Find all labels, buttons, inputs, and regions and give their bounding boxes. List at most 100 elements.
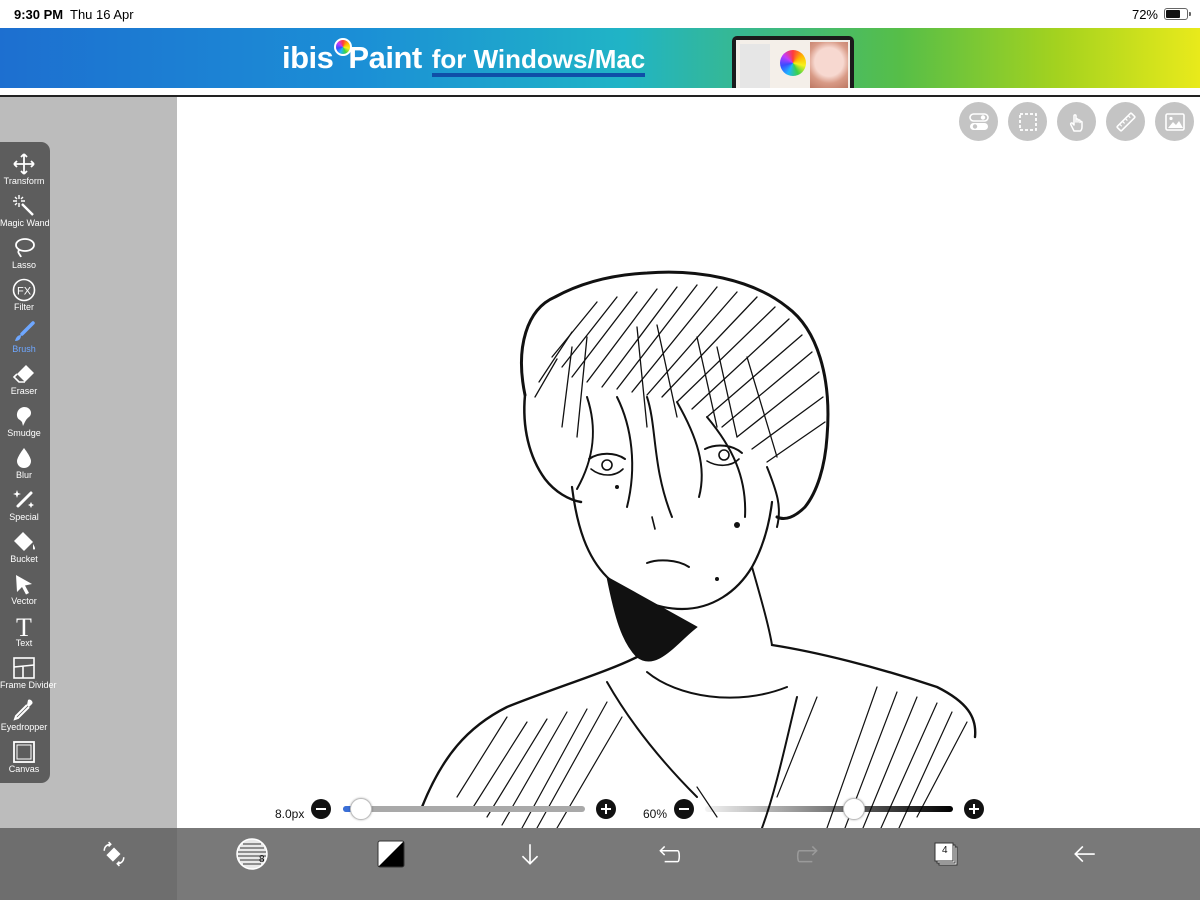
tool-canvas[interactable]: Canvas [0, 734, 48, 776]
smudge-icon [16, 407, 32, 426]
opacity-knob[interactable] [842, 798, 865, 820]
magic-wand-icon [13, 195, 34, 216]
tool-bucket[interactable]: Bucket [0, 524, 48, 566]
toggle-icon [968, 112, 989, 130]
tool-label: Eyedropper [0, 722, 48, 732]
dashed-square-icon [1018, 112, 1037, 131]
opacity-plus-button[interactable] [964, 799, 984, 819]
undo-icon [659, 845, 681, 863]
bucket-icon [14, 532, 35, 551]
tool-magic-wand[interactable]: Magic Wand [0, 188, 50, 230]
tool-palette: Transform Magic Wand Lasso FX Filter Bru… [0, 142, 57, 783]
back-button[interactable] [1063, 836, 1107, 872]
tool-label: Bucket [10, 554, 38, 564]
opacity-slider[interactable] [705, 806, 953, 812]
tool-label: Smudge [7, 428, 41, 438]
sketch-drawing [420, 270, 977, 828]
tool-vector[interactable]: Vector [0, 566, 48, 608]
tool-label: Vector [11, 596, 37, 606]
hand-touch-icon [1069, 113, 1083, 132]
brush-preview-button[interactable]: 8 [230, 836, 274, 872]
bottom-toolbar [0, 828, 1200, 900]
status-date: Thu 16 Apr [70, 7, 134, 22]
laptop-artwork [810, 42, 848, 88]
tool-eyedropper[interactable]: Eyedropper [0, 692, 48, 734]
opacity-minus-button[interactable] [674, 799, 694, 819]
tool-label: Frame Divider [0, 680, 57, 690]
color-swatch-icon [377, 840, 405, 868]
tool-label: Lasso [11, 260, 37, 270]
banner-title: ibis Paint for Windows/Mac [282, 38, 646, 77]
eyedropper-icon [13, 699, 33, 721]
brush-size-knob[interactable] [349, 798, 372, 820]
color-button[interactable] [369, 836, 413, 872]
tool-blur[interactable]: Blur [0, 440, 48, 482]
toggle-settings-button[interactable] [959, 102, 998, 141]
ruler-button[interactable] [1106, 102, 1145, 141]
touch-gesture-button[interactable] [1057, 102, 1096, 141]
tool-label: Canvas [8, 764, 40, 774]
selection-button[interactable] [1008, 102, 1047, 141]
move-arrows-icon [13, 153, 35, 175]
svg-text:FX: FX [17, 286, 32, 298]
brush-size-value: 8.0px [275, 807, 305, 821]
logo-text: ibis [282, 40, 334, 75]
tool-label: Special [9, 512, 39, 522]
tool-lasso[interactable]: Lasso [0, 230, 48, 272]
bottom-toolbar-left [0, 828, 177, 900]
back-arrow-icon [1074, 845, 1095, 863]
canvas-icon [13, 741, 35, 763]
ibispaint-app-screen: 9:30 PM Thu 16 Apr 72% ibis Paint for Win… [0, 0, 1200, 900]
brush-icon [15, 321, 35, 341]
transform-pen-button[interactable] [92, 836, 136, 872]
laptop-panel [740, 44, 770, 88]
brush-preview-number: 8 [259, 854, 265, 865]
tool-special[interactable]: Special [0, 482, 48, 524]
logo-text-end: aint [368, 40, 423, 75]
fx-icon: FX [12, 278, 36, 302]
transform-pen-icon [103, 841, 125, 867]
image-icon [1164, 112, 1185, 131]
drop-icon [17, 448, 31, 468]
ad-banner[interactable]: ibis Paint for Windows/Mac [0, 28, 1200, 88]
tool-label: Text [15, 638, 33, 648]
ruler-icon [1115, 111, 1136, 132]
status-time: 9:30 PM [14, 7, 64, 22]
layers-button[interactable]: 4 [924, 836, 968, 872]
layers-count: 4 [942, 845, 948, 856]
banner-subtitle: for Windows/Mac [431, 45, 646, 77]
battery-icon [1164, 8, 1191, 20]
tool-label: Eraser [10, 386, 38, 396]
tool-brush[interactable]: Brush [0, 314, 48, 356]
tool-label: Blur [15, 470, 32, 480]
eraser-icon [12, 365, 34, 383]
ibispaint-logo: ibis Paint [282, 38, 423, 76]
redo-icon [796, 845, 818, 863]
down-arrow-icon [521, 844, 539, 865]
tool-label: Filter [14, 302, 34, 312]
tool-filter[interactable]: FX Filter [0, 272, 48, 314]
drawing-canvas[interactable] [177, 97, 1200, 828]
text-t-icon: T [16, 614, 32, 638]
tool-transform[interactable]: Transform [0, 146, 48, 188]
logo-p-letter: P [333, 38, 369, 76]
laptop-color-picker [780, 50, 806, 76]
tool-frame-divider[interactable]: Frame Divider [0, 650, 57, 692]
status-bar: 9:30 PM Thu 16 Apr 72% [0, 0, 1200, 28]
tool-smudge[interactable]: Smudge [0, 398, 48, 440]
undo-button[interactable] [647, 836, 691, 872]
brush-size-plus-button[interactable] [596, 799, 616, 819]
tool-eraser[interactable]: Eraser [0, 356, 48, 398]
tool-label: Magic Wand [0, 218, 50, 228]
brush-size-minus-button[interactable] [311, 799, 331, 819]
battery-percent: 72% [1131, 7, 1158, 22]
svg-text:T: T [16, 614, 32, 638]
merge-down-button[interactable] [508, 836, 552, 872]
redo-button[interactable] [786, 836, 830, 872]
material-button[interactable] [1155, 102, 1194, 141]
tool-text[interactable]: T Text [0, 608, 48, 650]
laptop-screen [736, 40, 850, 88]
lasso-icon [15, 238, 35, 258]
brush-size-slider[interactable] [343, 806, 585, 812]
battery-fill [1166, 10, 1180, 18]
